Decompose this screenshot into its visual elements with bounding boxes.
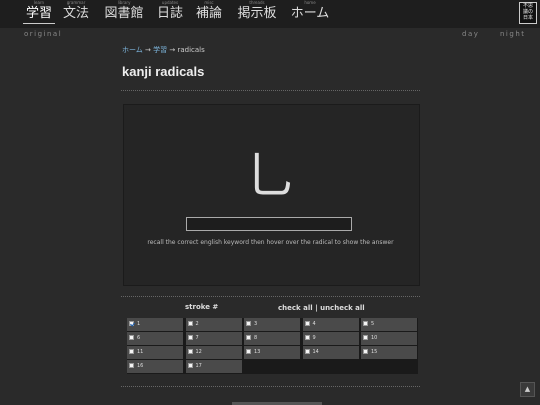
stroke-filter-3[interactable]: 3 [244,318,300,331]
stroke-checkbox[interactable] [129,363,134,368]
stroke-filter-9[interactable]: 9 [302,332,359,345]
stroke-filter-17[interactable]: 17 [185,360,242,373]
stroke-number-label: 8 [254,335,258,341]
nav-item-label: ホーム [290,6,330,21]
stroke-checkbox[interactable] [187,321,193,326]
day-theme-link[interactable]: day [462,30,479,38]
stroke-checkbox[interactable] [129,321,134,326]
stroke-number-label: 17 [195,363,202,369]
breadcrumb-home-link[interactable]: ホーム [122,46,143,54]
breadcrumb: ホーム → 学習 → radicals [122,45,205,55]
stroke-number-label: 10 [371,335,378,341]
stroke-number-label: 15 [371,349,378,355]
stroke-filter-6[interactable]: 6 [127,332,183,345]
stroke-checkbox[interactable] [246,335,251,340]
night-theme-link[interactable]: night [500,30,526,38]
stroke-checkbox[interactable] [187,335,193,340]
check-all-controls: check all | uncheck all [278,304,365,312]
stroke-filter-11[interactable]: 11 [127,346,183,359]
stroke-filter-15[interactable]: 15 [361,346,417,359]
stroke-number-label: 9 [312,335,316,341]
stroke-number-label: 7 [195,335,199,341]
stroke-filter-7[interactable]: 7 [185,332,242,345]
nav-item-label: 図書館 [104,6,144,21]
stroke-filter-12[interactable]: 12 [185,346,242,359]
breadcrumb-current: radicals [177,46,205,54]
nav-item-misc[interactable]: misc 補論 [194,0,224,22]
page-title: kanji radicals [122,64,205,79]
breadcrumb-separator: → [142,46,154,54]
stroke-number-label: 3 [254,321,258,327]
nav-item-updates[interactable]: updates 日誌 [155,0,185,22]
divider [121,386,420,387]
stroke-number-label: 13 [254,349,261,355]
stroke-number-label: 11 [137,349,144,355]
nav-item-library[interactable]: library 図書館 [102,0,146,22]
flashcard-hint: recall the correct english keyword then … [147,239,394,246]
stroke-filter-grid: 1 2 3 4 5 6 7 8 9 10 11 12 13 14 15 16 17 [127,318,418,374]
theme-bar: original day night [0,30,540,40]
breadcrumb-separator: → [167,46,178,54]
stroke-filter-14[interactable]: 14 [302,346,359,359]
stroke-checkbox[interactable] [187,363,193,368]
stroke-checkbox[interactable] [246,321,251,326]
stroke-checkbox[interactable] [187,349,193,354]
stroke-checkbox[interactable] [363,335,368,340]
stroke-number-label: 2 [195,321,199,327]
site-logo[interactable]: 不思 議の 日本 [519,2,537,24]
nav-item-grammar[interactable]: grammar 文法 [62,0,90,22]
divider [121,296,420,297]
nav-item-label: 掲示板 [237,6,277,21]
stroke-checkbox[interactable] [304,335,310,340]
answer-input[interactable] [186,217,352,231]
nav-item-label: 文法 [62,6,89,21]
nav-item-label: 補論 [195,6,222,21]
stroke-checkbox[interactable] [246,349,251,354]
nav-item-label: 日誌 [156,6,183,21]
nav-item-home[interactable]: home ホーム [287,0,333,22]
stroke-number-label: 5 [371,321,375,327]
stroke-filter-5[interactable]: 5 [361,318,417,331]
stroke-count-label: stroke # [185,303,219,311]
stroke-filter-4[interactable]: 4 [302,318,359,331]
top-nav-bar: learn 学習 grammar 文法 library 図書館 updates … [0,0,540,28]
stroke-number-label: 12 [195,349,202,355]
stroke-checkbox[interactable] [304,349,310,354]
stroke-checkbox[interactable] [363,321,368,326]
uncheck-all-link[interactable]: uncheck all [320,304,365,312]
stroke-number-label: 14 [312,349,319,355]
stroke-checkbox[interactable] [129,335,134,340]
arrow-up-icon[interactable]: ▲ [520,382,535,397]
stroke-filter-8[interactable]: 8 [244,332,300,345]
stroke-checkbox[interactable] [129,349,134,354]
check-separator: | [312,304,321,312]
stroke-filter-2[interactable]: 2 [185,318,242,331]
radical-glyph[interactable]: 乚 [123,136,418,208]
nav-item-label: 学習 [23,6,55,24]
stroke-filter-13[interactable]: 13 [244,346,300,359]
stroke-filter-16[interactable]: 16 [127,360,183,373]
breadcrumb-study-link[interactable]: 学習 [153,46,167,54]
stroke-checkbox[interactable] [304,321,310,326]
stroke-filter-10[interactable]: 10 [361,332,417,345]
stroke-filter-1[interactable]: 1 [127,318,183,331]
logo-line: 日本 [522,15,533,21]
nav-item-learn[interactable]: learn 学習 [23,0,55,24]
stroke-checkbox[interactable] [363,349,368,354]
divider [121,90,420,91]
stroke-number-label: 6 [137,335,141,341]
check-all-link[interactable]: check all [278,304,313,312]
nav-item-threads[interactable]: threads 掲示板 [235,0,279,22]
original-link[interactable]: original [24,30,62,38]
stroke-number-label: 1 [137,321,141,327]
stroke-number-label: 16 [137,363,144,369]
stroke-number-label: 4 [312,321,316,327]
